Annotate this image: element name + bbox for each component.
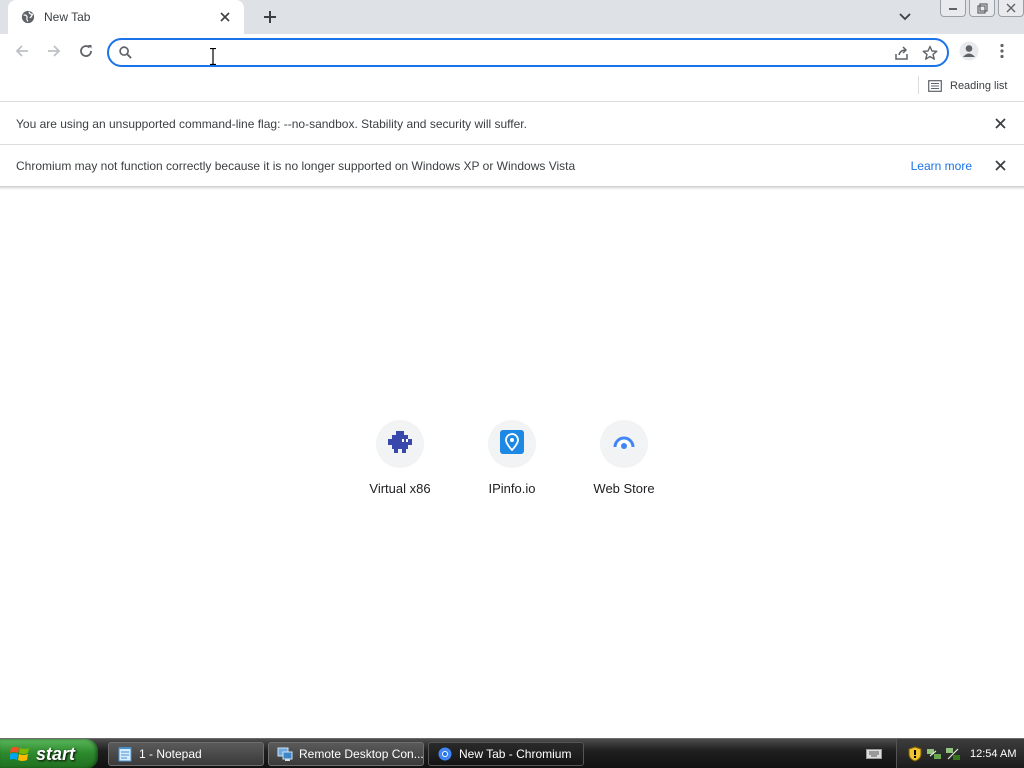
taskbar: start 1 - Notepad Remote Desktop Con... … [0,738,1024,768]
close-icon[interactable] [990,114,1010,134]
taskbar-item-chromium[interactable]: New Tab - Chromium [428,742,584,766]
bookmarks-bar: Reading list [0,72,1024,102]
keyboard-icon[interactable] [866,747,882,761]
chevron-down-icon[interactable] [894,6,916,28]
web-store-icon [613,435,635,454]
close-icon[interactable] [990,156,1010,176]
tab-close-icon[interactable] [216,8,234,26]
arrow-left-icon [14,43,30,64]
reading-list-icon [928,80,942,92]
tab-title: New Tab [44,10,91,24]
start-label: start [36,743,76,764]
share-icon[interactable] [891,42,913,64]
ipinfo-icon [500,429,524,459]
globe-icon [20,9,36,25]
shortcut-label: IPinfo.io [488,481,536,496]
shortcut-tile [376,420,424,468]
arrow-right-icon [46,43,62,64]
window-controls [937,0,1024,18]
system-tray: 12:54 AM [896,739,1024,768]
virtual-x86-icon [388,430,412,458]
infobar-shadow [0,186,1024,190]
shortcut-virtual-x86[interactable]: Virtual x86 [345,420,455,504]
infobar-message: Chromium may not function correctly beca… [16,158,576,173]
close-window-icon[interactable] [998,0,1024,17]
forward-button[interactable] [40,39,68,67]
notepad-icon [117,746,133,762]
windows-flag-icon [9,745,30,763]
omnibox[interactable] [107,38,949,67]
learn-more-link[interactable]: Learn more [911,159,972,173]
back-button[interactable] [8,39,36,67]
shortcut-web-store[interactable]: Web Store [569,420,679,504]
shortcut-tile [488,420,536,468]
shortcut-ipinfo[interactable]: IPinfo.io [457,420,567,504]
menu-button[interactable] [988,39,1016,67]
shortcut-label: Web Store [593,481,655,496]
network-activity-icon[interactable] [945,746,961,762]
task-label: Remote Desktop Con... [299,747,424,761]
reading-list-button[interactable]: Reading list [928,76,1007,96]
task-label: 1 - Notepad [139,747,202,761]
tab-new-tab[interactable]: New Tab [8,0,244,34]
infobar-message: You are using an unsupported command-lin… [16,116,527,131]
start-button[interactable]: start [0,739,98,768]
chromium-icon [437,746,453,762]
remote-desktop-icon [277,746,293,762]
security-shield-icon[interactable] [907,746,923,762]
tab-strip: New Tab [0,0,1024,34]
task-label: New Tab - Chromium [459,747,572,761]
shortcut-tile [600,420,648,468]
taskbar-item-notepad[interactable]: 1 - Notepad [108,742,264,766]
kebab-menu-icon [1000,43,1004,64]
text-cursor-icon [210,48,216,65]
bookmarks-separator [918,76,919,94]
minimize-icon[interactable] [940,0,966,17]
profile-button[interactable] [955,39,983,67]
restore-icon[interactable] [969,0,995,17]
avatar-icon [959,41,979,66]
reading-list-label: Reading list [950,80,1008,92]
taskbar-clock: 12:54 AM [970,748,1017,760]
bookmark-star-icon[interactable] [919,42,941,64]
browser-toolbar [0,34,1024,72]
infobar-unsupported-os: Chromium may not function correctly beca… [0,145,1024,187]
reload-icon [78,43,94,64]
search-icon [119,46,132,59]
network-icon[interactable] [926,746,942,762]
infobar-no-sandbox: You are using an unsupported command-lin… [0,103,1024,145]
reload-button[interactable] [72,39,100,67]
taskbar-item-remote-desktop[interactable]: Remote Desktop Con... [268,742,424,766]
shortcut-label: Virtual x86 [369,481,431,496]
omnibox-input[interactable] [140,41,891,64]
new-tab-plus-icon[interactable] [258,5,282,29]
